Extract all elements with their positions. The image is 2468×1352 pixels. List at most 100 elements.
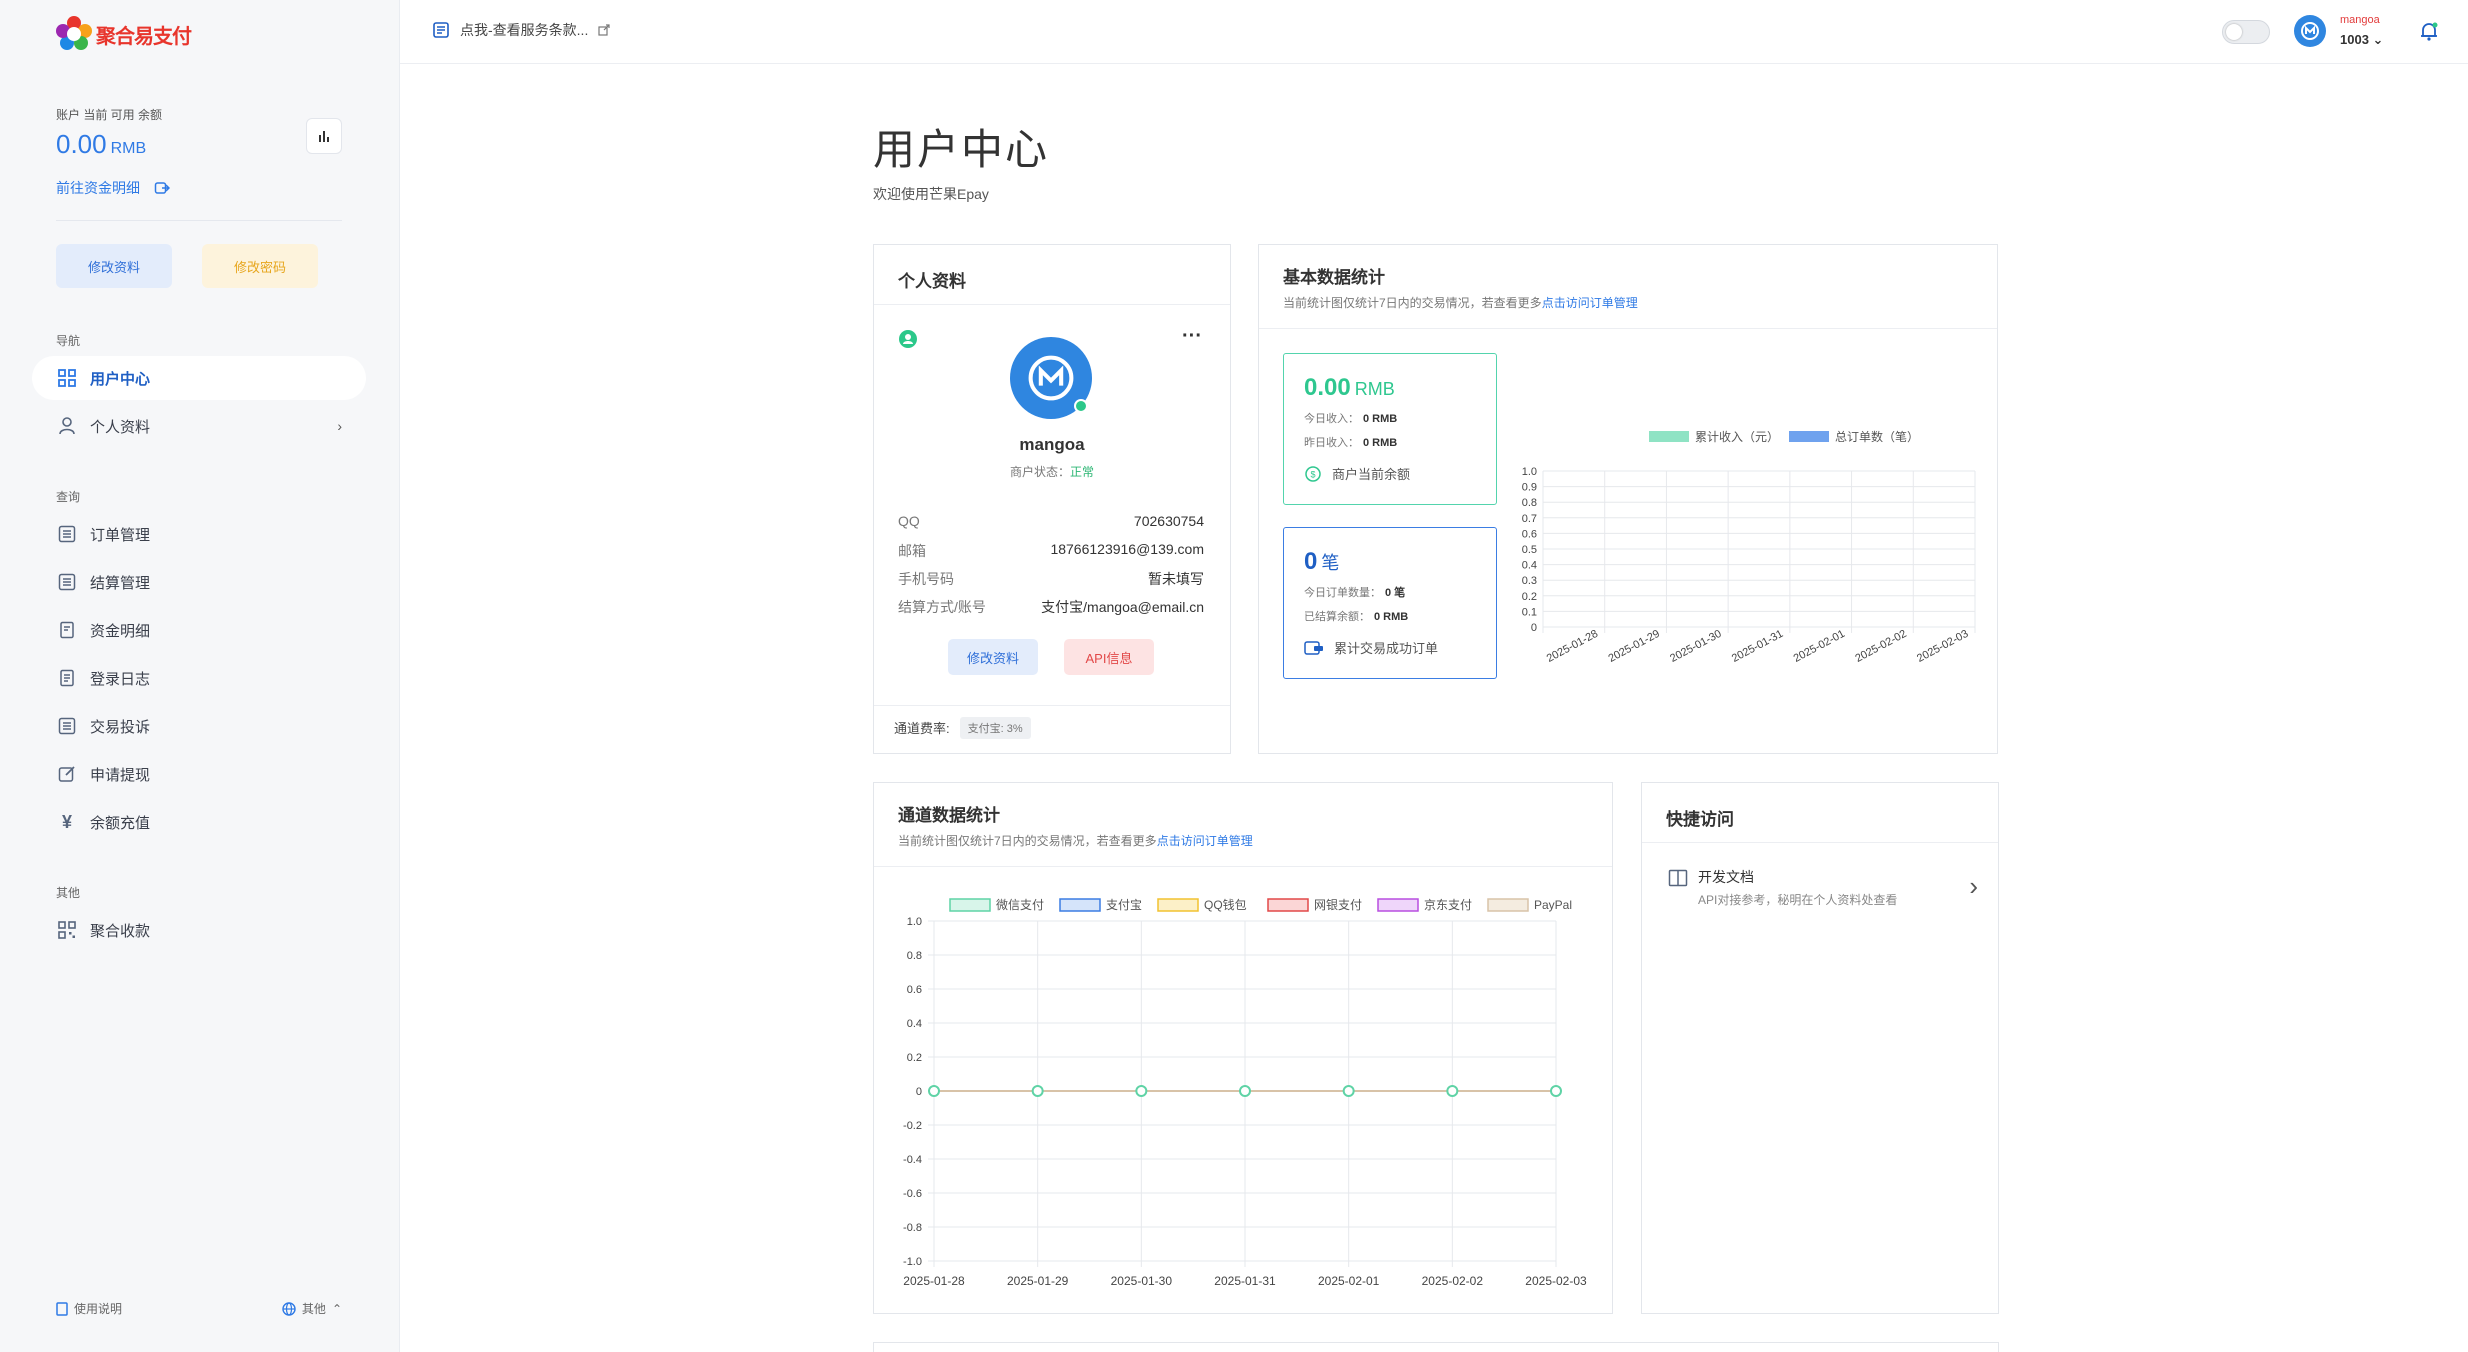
income-unit: RMB [1354,379,1395,399]
data-point [1239,1085,1251,1097]
y-tick-label: 0.5 [1522,544,1537,556]
data-point [1031,1085,1044,1097]
quick-access-card: 快捷访问 开发文档 API对接参考，秘明在个人资料处查看 › [1641,782,1999,1314]
y-tick-label: 0.8 [1522,497,1537,509]
info-value: 18766123916@139.com [1050,541,1204,557]
list-icon [56,715,78,737]
order-management-link[interactable]: 点击访问订单管理 [1542,296,1638,310]
y-tick-label: -0.4 [903,1154,922,1166]
legend-item[interactable]: 网银支付 [1267,898,1362,912]
yesterday-income-value: 0 RMB [1363,437,1398,449]
legend-item[interactable]: 总订单数（笔） [1789,429,1919,444]
legend-item[interactable]: 累计收入（元） [1649,430,1779,444]
y-tick-label: 1.0 [907,916,922,928]
settled-value: 0 RMB [1374,611,1409,623]
legend-swatch [1789,431,1829,442]
logo[interactable]: 聚合易支付 [56,16,192,52]
list-icon [56,523,78,545]
help-link[interactable]: 使用说明 [56,1300,122,1317]
legend-label: 支付宝 [1106,898,1142,912]
nav-section-label: 导航 [56,334,81,348]
more-options-icon[interactable]: ··· [1182,325,1202,348]
profile-card-header: 个人资料 [874,245,1230,305]
info-value: 暂未填写 [1148,571,1204,587]
y-tick-label: 0.3 [1522,575,1537,587]
external-link-icon [598,24,610,36]
sidebar-item-aggregate-collect[interactable]: 聚合收款 [32,908,366,952]
legend-item[interactable]: 支付宝 [1059,898,1142,912]
globe-icon [282,1301,296,1316]
other-menu[interactable]: 其他 ⌃ [282,1300,342,1317]
api-info-button[interactable]: API信息 [1064,639,1154,675]
user-name: mangoa [2340,14,2380,26]
edit-password-button[interactable]: 修改密码 [202,244,318,288]
profile-name: mangoa [1019,435,1085,454]
basic-stats-card: 基本数据统计 当前统计图仅统计7日内的交易情况，若查看更多点击访问订单管理 0.… [1258,244,1998,754]
legend-item[interactable]: PayPal [1487,898,1572,912]
y-tick-label: 0.6 [907,984,922,996]
document-icon [433,22,449,38]
sidebar-item-user-center[interactable]: 用户中心 [32,356,366,400]
today-income-label: 今日收入： [1304,413,1359,425]
sidebar-item-funds[interactable]: 资金明细 [32,608,366,652]
orders-foot: 累计交易成功订单 [1304,638,1476,657]
x-tick-label: 2025-01-31 [1730,628,1785,665]
user-icon [56,415,78,437]
income-foot-label: 商户当前余额 [1332,467,1411,482]
terms-notice-link[interactable]: 点我-查看服务条款... [432,20,610,40]
legend-swatch [949,898,991,912]
notice-text: 点我-查看服务条款... [460,22,589,38]
orders-foot-label: 累计交易成功订单 [1334,641,1439,656]
sidebar-item-profile[interactable]: 个人资料 › [32,404,366,448]
quick-card-header: 快捷访问 [1642,783,1998,843]
sidebar-item-label: 交易投诉 [90,718,151,736]
y-tick-label: 0.6 [1522,528,1537,540]
legend-label: 京东支付 [1424,898,1472,912]
theme-toggle[interactable] [2222,20,2270,44]
help-label: 使用说明 [74,1302,123,1316]
user-avatar[interactable] [2294,15,2326,47]
dev-docs-link[interactable]: 开发文档 API对接参考，秘明在个人资料处查看 › [1668,867,1978,915]
edit-profile-button[interactable]: 修改资料 [56,244,172,288]
info-row-email: 邮箱 18766123916@139.com [898,541,1204,561]
today-income-value: 0 RMB [1363,413,1398,425]
bar-chart-icon [319,131,329,142]
edit-icon [56,763,78,785]
query-section-label: 查询 [56,490,81,504]
bar-chart-button[interactable] [306,118,342,154]
y-tick-label: 0.8 [907,950,922,962]
sidebar-buttons: 修改资料 修改密码 [56,244,318,288]
chevron-right-icon: › [1969,871,1978,901]
sidebar-item-complaints[interactable]: 交易投诉 [32,704,366,748]
orders-unit: 笔 [1321,553,1340,573]
sidebar-item-label: 用户中心 [90,370,151,388]
channel-order-management-link[interactable]: 点击访问订单管理 [1157,834,1253,848]
stats-card-header: 基本数据统计 当前统计图仅统计7日内的交易情况，若查看更多点击访问订单管理 [1259,245,1997,329]
logo-flower-icon [56,16,92,52]
user-id-dropdown[interactable]: 1003 ⌄ [2340,32,2383,48]
legend-item[interactable]: 微信支付 [949,898,1044,912]
legend-item[interactable]: QQ钱包 [1157,897,1247,912]
page-subtitle: 欢迎使用芒果Epay [873,186,989,202]
sidebar-item-settlement[interactable]: 结算管理 [32,560,366,604]
profile-edit-button[interactable]: 修改资料 [948,639,1038,675]
sidebar-item-recharge[interactable]: ¥ 余额充值 [32,800,366,844]
fee-badge: 支付宝: 3% [959,716,1031,739]
basic-stats-chart: 累计收入（元） 总订单数（笔） 1.0 0.9 0.8 0.7 0.6 0.5 0.4 0.3 0.… [1522,429,1976,665]
sidebar-item-orders[interactable]: 订单管理 [32,512,366,556]
sidebar-item-withdraw[interactable]: 申请提现 [32,752,366,796]
sidebar-item-login-log[interactable]: 登录日志 [32,656,366,700]
info-key: 手机号码 [898,571,954,587]
stats-card-title: 基本数据统计 [1283,268,1385,287]
fund-detail-link[interactable]: 前往资金明细 [56,178,342,198]
today-orders: 今日订单数量： 0 笔 [1304,584,1476,600]
legend-item[interactable]: 京东支付 [1377,898,1472,912]
chevron-right-icon: › [337,418,342,434]
y-tick-label: 0.2 [1522,591,1537,603]
orders-stat-box: 0笔 今日订单数量： 0 笔 已结算余额： 0 RMB 累计交易成功订单 [1283,527,1497,679]
notification-bell[interactable] [2418,20,2440,47]
legend-label: QQ钱包 [1204,897,1247,912]
income-amount: 0.00 [1304,374,1351,401]
channel-card-subtitle: 当前统计图仅统计7日内的交易情况，若查看更多点击访问订单管理 [898,832,1588,849]
other-label: 其他 [301,1302,326,1316]
